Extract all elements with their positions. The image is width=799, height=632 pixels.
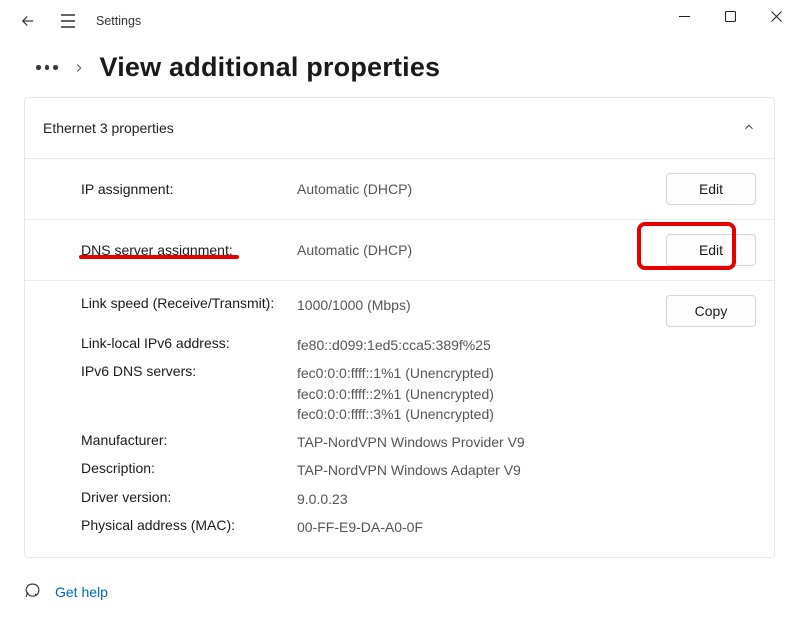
row-value: Automatic (DHCP) (297, 181, 656, 197)
detail-label: Link-local IPv6 address: (81, 335, 297, 351)
chevron-up-icon (742, 120, 756, 137)
window-title: Settings (96, 14, 141, 28)
content: Ethernet 3 properties IP assignment: Aut… (0, 97, 799, 558)
copy-button[interactable]: Copy (666, 295, 756, 327)
detail-label: IPv6 DNS servers: (81, 363, 297, 379)
help-row: Get help (0, 558, 799, 602)
detail-label: Manufacturer: (81, 432, 297, 448)
window-controls (661, 0, 799, 42)
close-button[interactable] (753, 0, 799, 32)
dot-icon (45, 65, 50, 70)
row-label: IP assignment: (81, 181, 297, 197)
help-icon (24, 582, 41, 602)
get-help-link[interactable]: Get help (55, 584, 108, 600)
page-title: View additional properties (100, 52, 441, 83)
row-dns-assignment: DNS server assignment: Automatic (DHCP) … (25, 219, 774, 280)
detail-value: 9.0.0.23 (297, 489, 656, 509)
detail-value: 1000/1000 (Mbps) (297, 295, 656, 315)
hamburger-menu-button[interactable] (50, 3, 86, 39)
minimize-button[interactable] (661, 0, 707, 32)
detail-label: Physical address (MAC): (81, 517, 297, 533)
details-block: Link speed (Receive/Transmit): 1000/1000… (25, 280, 774, 557)
detail-value: TAP-NordVPN Windows Adapter V9 (297, 460, 656, 480)
detail-value: fe80::d099:1ed5:cca5:389f%25 (297, 335, 656, 355)
breadcrumb: View additional properties (0, 42, 799, 97)
properties-card: Ethernet 3 properties IP assignment: Aut… (24, 97, 775, 558)
breadcrumb-ellipsis[interactable] (36, 65, 58, 70)
detail-label: Description: (81, 460, 297, 476)
titlebar: Settings (0, 0, 799, 42)
detail-value: fec0:0:0:ffff::1%1 (Unencrypted) fec0:0:… (297, 363, 656, 424)
chevron-right-icon (72, 61, 86, 75)
dot-icon (36, 65, 41, 70)
maximize-button[interactable] (707, 0, 753, 32)
back-button[interactable] (10, 3, 46, 39)
card-title: Ethernet 3 properties (43, 120, 174, 136)
row-ip-assignment: IP assignment: Automatic (DHCP) Edit (25, 158, 774, 219)
detail-value: TAP-NordVPN Windows Provider V9 (297, 432, 656, 452)
edit-ip-button[interactable]: Edit (666, 173, 756, 205)
row-label: DNS server assignment: (81, 242, 297, 258)
detail-label: Driver version: (81, 489, 297, 505)
detail-value: 00-FF-E9-DA-A0-0F (297, 517, 656, 537)
card-header[interactable]: Ethernet 3 properties (25, 98, 774, 158)
detail-label: Link speed (Receive/Transmit): (81, 295, 297, 311)
edit-dns-button[interactable]: Edit (666, 234, 756, 266)
row-value: Automatic (DHCP) (297, 242, 656, 258)
dot-icon (53, 65, 58, 70)
